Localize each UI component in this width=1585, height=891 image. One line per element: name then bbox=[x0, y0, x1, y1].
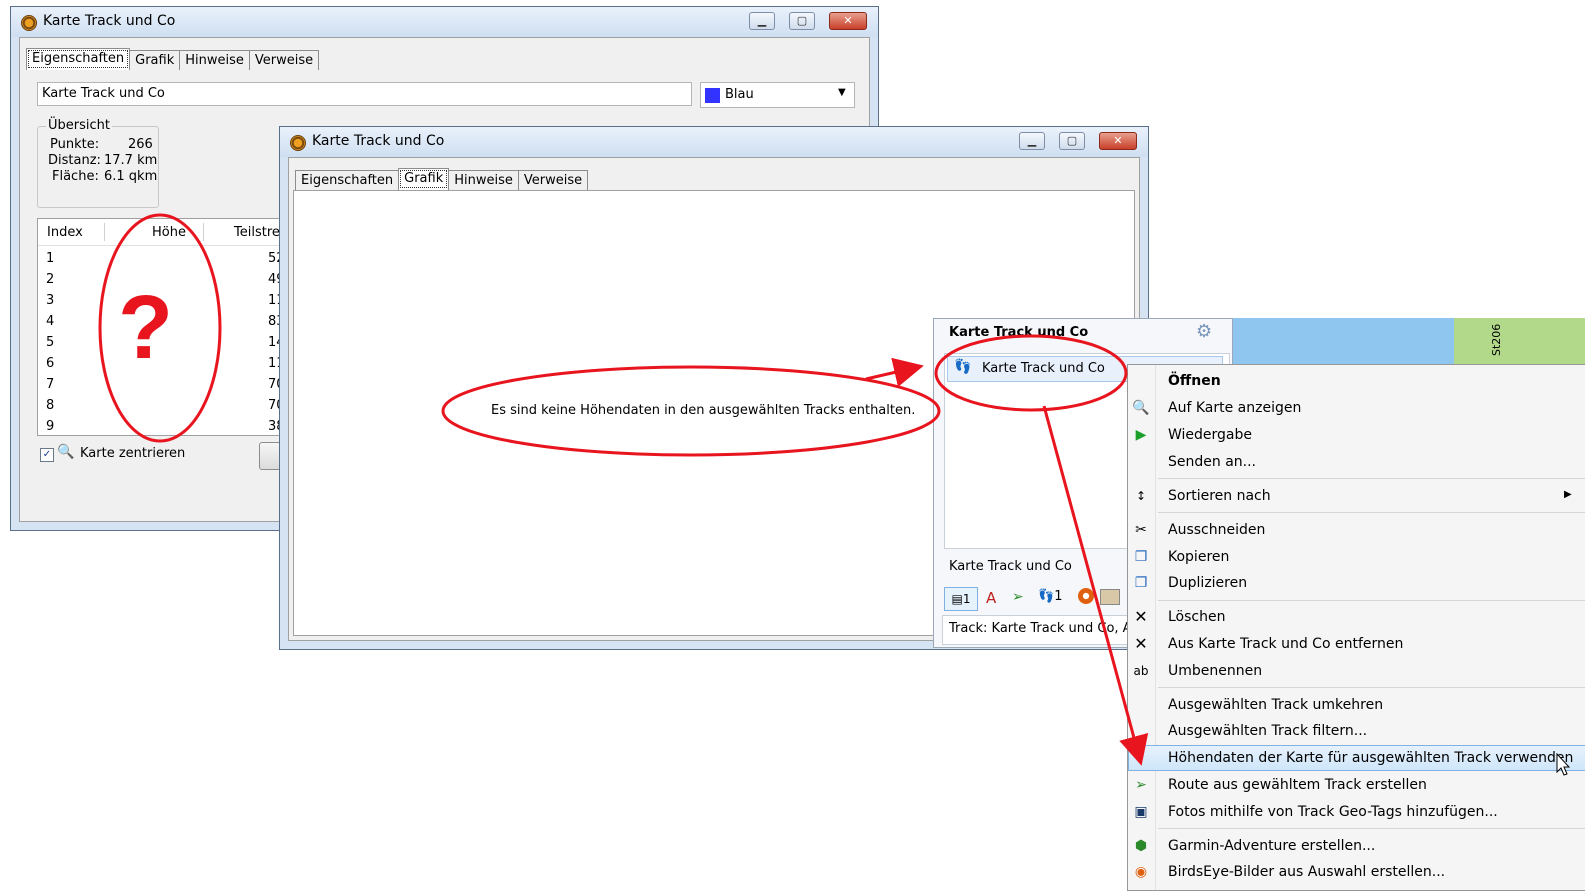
track-item-ellipse bbox=[934, 334, 1128, 412]
red-annotation-layer bbox=[98, 213, 1149, 766]
question-mark: ? bbox=[118, 278, 173, 378]
message-ellipse bbox=[441, 365, 941, 457]
arrow-to-menu-item bbox=[1042, 405, 1149, 766]
arrow-to-track bbox=[865, 357, 924, 388]
